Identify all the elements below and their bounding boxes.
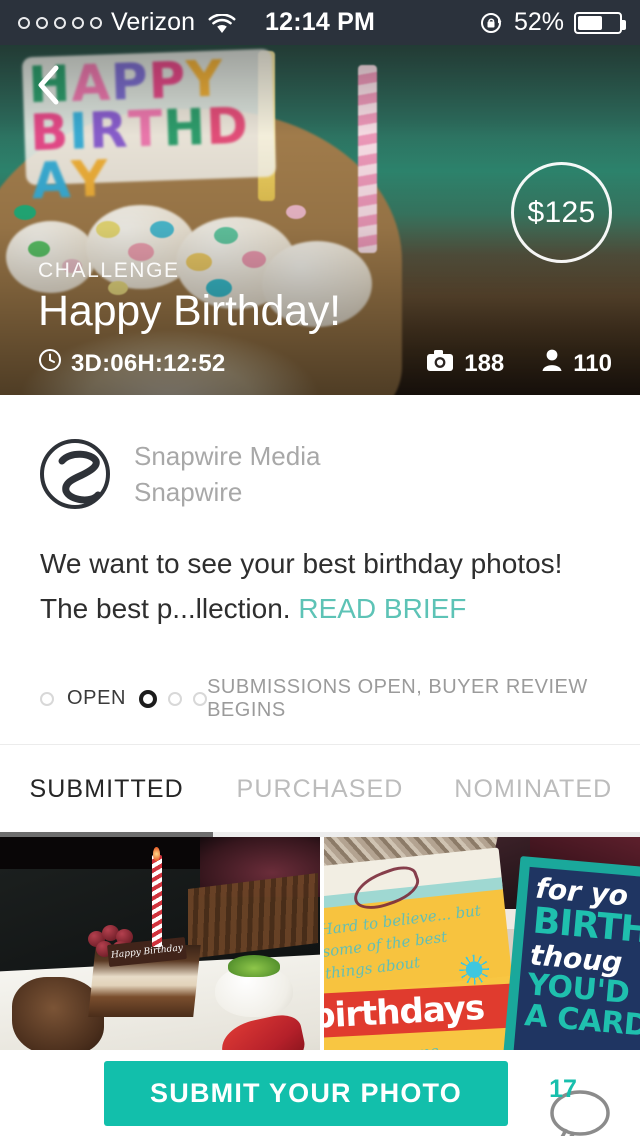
photo-count-stat: 188: [427, 349, 505, 378]
brand-name-label: Snapwire Media: [134, 440, 321, 471]
brand-text: Snapwire Media Snapwire: [134, 441, 320, 508]
progress-steps: OPEN: [40, 687, 208, 710]
snapwire-logo-icon: [40, 439, 110, 509]
battery-icon: [574, 11, 626, 34]
prize-amount-badge: $125: [511, 162, 612, 263]
challenge-hero: HAPPY BIRTHDAY $125 CHALLENGE Happy Birt…: [0, 45, 640, 395]
page-title: Happy Birthday!: [38, 286, 341, 335]
participant-count-stat: 110: [542, 349, 612, 378]
countdown-timer: 3D:06H:12:52: [38, 348, 225, 379]
challenge-status-row: OPEN SUBMISSIONS OPEN, BUYER REVIEW BEGI…: [0, 632, 640, 745]
countdown-label: 3D:06H:12:52: [71, 349, 226, 377]
camera-icon: [427, 349, 454, 378]
comment-count-label: 17: [549, 1074, 577, 1103]
status-note-label: SUBMISSIONS OPEN, BUYER REVIEW BEGINS: [207, 675, 588, 721]
comments-button[interactable]: 17: [532, 1064, 610, 1136]
card2-line-5: A CARD: [523, 997, 640, 1044]
app-screen: Verizon 12:14 PM 52% $125 CHALLENGE Happ…: [0, 0, 640, 1136]
read-brief-link[interactable]: READ BRIEF: [298, 593, 466, 624]
progress-step-label: OPEN: [67, 687, 127, 710]
brand-row[interactable]: Snapwire Media Snapwire: [0, 395, 640, 509]
challenge-category-label: CHALLENGE: [38, 258, 180, 282]
status-bar: Verizon 12:14 PM 52%: [0, 0, 640, 45]
chevron-left-icon: [35, 64, 61, 111]
brand-handle-label: Snapwire: [134, 476, 243, 507]
back-button[interactable]: [26, 61, 70, 113]
tab-submitted[interactable]: SUBMITTED: [0, 745, 213, 832]
progress-step-1: [40, 691, 54, 706]
status-bar-right: 52%: [480, 8, 626, 37]
battery-percent-label: 52%: [513, 8, 564, 36]
tab-nominated[interactable]: NOMINATED: [427, 745, 640, 832]
hero-stats: 188 110: [427, 349, 612, 378]
challenge-description: We want to see your best birthday photos…: [0, 509, 640, 632]
clock-icon: [38, 348, 62, 379]
progress-step-2-active: [139, 689, 158, 708]
tab-purchased[interactable]: PURCHASED: [213, 745, 426, 832]
bottom-action-bar: SUBMIT YOUR PHOTO 17: [0, 1050, 640, 1136]
hero-meta: CHALLENGE Happy Birthday! 3D:06H:12:52 1…: [38, 259, 612, 379]
rotation-lock-icon: [480, 11, 504, 35]
submit-photo-button[interactable]: SUBMIT YOUR PHOTO: [104, 1060, 508, 1126]
tab-bar: SUBMITTED PURCHASED NOMINATED: [0, 745, 640, 832]
progress-step-3: [168, 691, 183, 706]
progress-step-4: [193, 691, 208, 706]
photo-count-label: 188: [464, 349, 505, 377]
person-icon: [542, 349, 562, 378]
participant-count-label: 110: [573, 349, 612, 377]
